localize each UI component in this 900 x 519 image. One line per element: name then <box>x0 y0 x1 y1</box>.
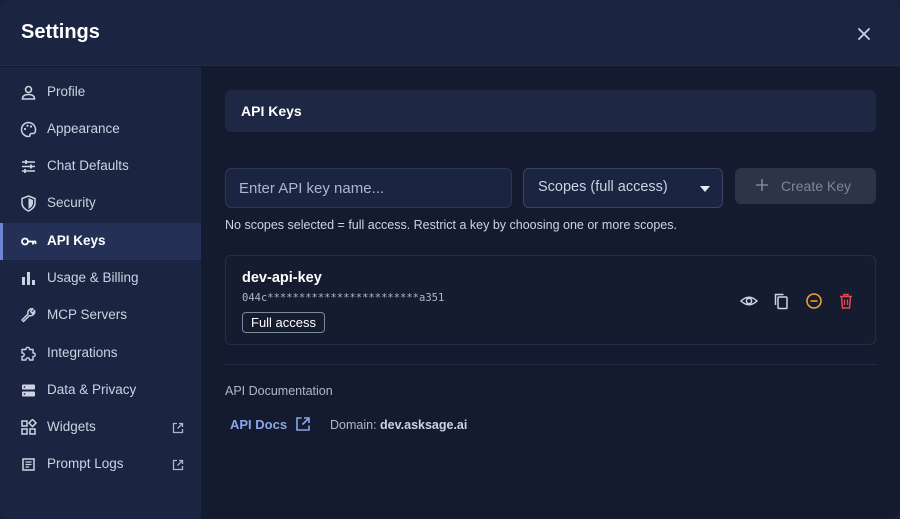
key-icon <box>20 233 37 250</box>
section-title: API Keys <box>241 103 302 119</box>
sidebar-item-security[interactable]: Security <box>0 185 201 222</box>
sidebar-item-integrations[interactable]: Integrations <box>0 335 201 372</box>
sidebar-item-mcp-servers[interactable]: MCP Servers <box>0 297 201 334</box>
trash-icon <box>840 293 852 309</box>
sliders-icon <box>20 158 37 175</box>
modal-header: Settings <box>0 0 900 66</box>
copy-icon <box>774 293 788 310</box>
close-icon <box>858 28 870 40</box>
sidebar-item-data-privacy[interactable]: Data & Privacy <box>0 372 201 409</box>
external-link-icon <box>296 417 310 431</box>
api-docs-heading: API Documentation <box>225 384 333 398</box>
sidebar-item-profile[interactable]: Profile <box>0 74 201 111</box>
divider <box>225 364 876 365</box>
scopes-selected-value: Scopes (full access) <box>538 179 668 195</box>
sidebar-item-label: Chat Defaults <box>47 158 129 173</box>
sidebar-item-label: Security <box>47 195 96 210</box>
api-docs-link[interactable]: API Docs <box>230 417 287 432</box>
settings-modal: Settings Profile Appearance Chat Default… <box>0 0 900 519</box>
delete-key-button[interactable] <box>837 292 855 310</box>
sidebar-item-api-keys[interactable]: API Keys <box>0 223 201 260</box>
api-key-card: dev-api-key 044c************************… <box>225 255 876 345</box>
scopes-hint: No scopes selected = full access. Restri… <box>225 218 677 232</box>
sidebar-item-label: Appearance <box>47 121 120 136</box>
reveal-key-button[interactable] <box>740 292 758 310</box>
sidebar-item-appearance[interactable]: Appearance <box>0 111 201 148</box>
sidebar: Profile Appearance Chat Defaults Securit… <box>0 67 201 519</box>
section-header: API Keys <box>225 90 876 132</box>
create-key-label: Create Key <box>781 178 852 194</box>
chevron-down-icon <box>700 186 710 192</box>
scopes-select[interactable]: Scopes (full access) <box>523 168 723 208</box>
sidebar-item-label: Usage & Billing <box>47 270 139 285</box>
revoke-key-button[interactable] <box>805 292 823 310</box>
close-button[interactable] <box>853 23 875 45</box>
bar-chart-icon <box>20 270 37 287</box>
domain-label: Domain: <box>330 418 377 432</box>
shield-icon <box>20 195 37 212</box>
sidebar-item-label: Prompt Logs <box>47 456 124 471</box>
eye-icon <box>740 296 758 306</box>
sidebar-item-label: API Keys <box>47 233 106 248</box>
puzzle-icon <box>20 345 37 362</box>
sidebar-item-usage-billing[interactable]: Usage & Billing <box>0 260 201 297</box>
api-key-name: dev-api-key <box>242 270 322 286</box>
api-key-masked-value: 044c************************a351 <box>242 292 445 304</box>
minus-circle-icon <box>806 293 822 309</box>
palette-icon <box>20 121 37 138</box>
sidebar-item-label: Profile <box>47 84 86 99</box>
wrench-icon <box>20 307 37 324</box>
sidebar-item-label: Data & Privacy <box>47 382 137 397</box>
widgets-icon <box>20 419 37 436</box>
access-badge: Full access <box>242 312 326 333</box>
main-panel: API Keys Scopes (full access) Create Key… <box>201 67 900 519</box>
external-link-icon <box>172 458 184 471</box>
user-icon <box>20 84 37 101</box>
copy-key-button[interactable] <box>772 292 790 310</box>
external-link-icon <box>172 421 184 434</box>
sidebar-item-chat-defaults[interactable]: Chat Defaults <box>0 148 201 185</box>
domain-info: Domain: dev.asksage.ai <box>330 418 467 432</box>
plus-icon <box>755 178 769 192</box>
sidebar-item-label: MCP Servers <box>47 307 128 322</box>
open-external-button[interactable] <box>295 416 311 432</box>
sidebar-item-label: Widgets <box>47 419 96 434</box>
sidebar-item-widgets[interactable]: Widgets <box>0 409 201 446</box>
api-key-name-input[interactable] <box>225 168 512 208</box>
sidebar-item-label: Integrations <box>47 345 118 360</box>
modal-title: Settings <box>21 21 100 43</box>
sidebar-item-prompt-logs[interactable]: Prompt Logs <box>0 446 201 483</box>
database-icon <box>20 382 37 399</box>
domain-value: dev.asksage.ai <box>380 418 468 432</box>
create-key-button[interactable]: Create Key <box>735 168 876 204</box>
logs-icon <box>20 456 37 473</box>
